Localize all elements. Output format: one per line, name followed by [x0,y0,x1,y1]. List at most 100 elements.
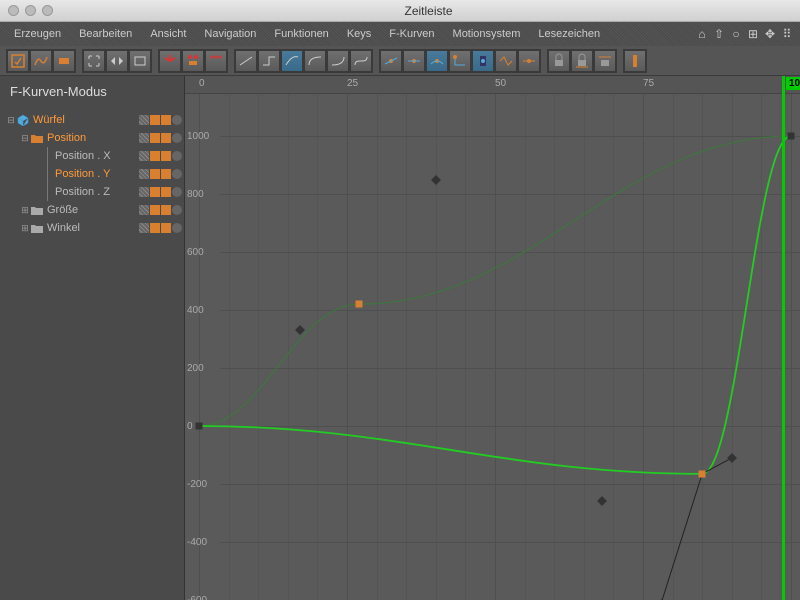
tree-row[interactable]: ⊞ Größe [0,201,184,219]
time-ruler[interactable]: 0 25 50 75 [185,76,800,94]
tangent-step-button[interactable] [258,50,280,72]
tangent-ease3-button[interactable] [350,50,372,72]
track-controls[interactable] [139,133,182,143]
window-controls [8,5,53,16]
lock-tangent-button[interactable] [594,50,616,72]
toolbar [0,46,800,76]
ruler-tick: 75 [643,78,654,89]
record-key2-button[interactable] [182,50,204,72]
tree-label[interactable]: Position . Y [55,168,139,180]
menu-lesezeichen[interactable]: Lesezeichen [530,25,608,43]
ruler-tick: 50 [495,78,506,89]
menu-bearbeiten[interactable]: Bearbeiten [71,25,140,43]
menu-navigation[interactable]: Navigation [196,25,264,43]
titlebar: Zeitleiste [0,0,800,22]
ruler-tick: 0 [199,78,205,89]
cube-icon [16,114,30,126]
tangent-linear-button[interactable] [235,50,257,72]
clamp-tangent-button[interactable] [449,50,471,72]
folder-gray-icon [30,204,44,216]
menu-erzeugen[interactable]: Erzeugen [6,25,69,43]
split-icon[interactable]: ⊞ [746,27,760,41]
tree-row[interactable]: ⊟ Würfel [0,111,184,129]
y-axis-label: -200 [187,479,207,490]
tree-label[interactable]: Größe [47,204,139,216]
dots-icon[interactable]: ⠿ [780,27,794,41]
track-controls[interactable] [139,115,182,125]
circle-icon[interactable]: ○ [729,27,743,41]
record-key3-button[interactable] [205,50,227,72]
up-icon[interactable]: ⇧ [712,27,726,41]
object-tree: ⊟Würfel⊟PositionPosition . XPosition . Y… [0,107,184,241]
lock-time-button[interactable] [548,50,570,72]
menu-funktionen[interactable]: Funktionen [266,25,336,43]
zoom-window-button[interactable] [42,5,53,16]
graph-grid: 10008006004002000-200-400-600 [185,94,800,600]
sidebar: F-Kurven-Modus ⊟Würfel⊟PositionPosition … [0,76,185,600]
home-icon[interactable]: ⌂ [695,27,709,41]
y-axis-label: 400 [187,305,204,316]
content: F-Kurven-Modus ⊟Würfel⊟PositionPosition … [0,76,800,600]
flat-tangent-button[interactable] [518,50,540,72]
weighted-tangent-button[interactable] [472,50,494,72]
track-controls[interactable] [139,169,182,179]
frame-range-button[interactable] [129,50,151,72]
tree-row[interactable]: ⊟ Position [0,129,184,147]
window-title: Zeitleiste [65,4,792,18]
minimize-window-button[interactable] [25,5,36,16]
tree-label[interactable]: Position . Z [55,186,139,198]
frame-sel-button[interactable] [106,50,128,72]
frame-all-button[interactable] [83,50,105,72]
track-controls[interactable] [139,151,182,161]
auto-tangent-button[interactable] [426,50,448,72]
keyframe[interactable] [355,301,362,308]
track-controls[interactable] [139,223,182,233]
keyframe[interactable] [699,470,706,477]
y-axis-label: 0 [187,421,193,432]
y-axis-label: 600 [187,247,204,258]
track-controls[interactable] [139,205,182,215]
tree-row[interactable]: Position . X [0,147,184,165]
tree-label[interactable]: Würfel [33,114,139,126]
mode-key-button[interactable] [7,50,29,72]
menu-ansicht[interactable]: Ansicht [142,25,194,43]
keyframe[interactable] [788,133,795,140]
record-key-button[interactable] [159,50,181,72]
tangent-ease1-button[interactable] [304,50,326,72]
tree-expander[interactable]: ⊞ [20,223,30,234]
move-icon[interactable]: ✥ [763,27,777,41]
folder-gray-icon [30,222,44,234]
tree-label[interactable]: Position . X [55,150,139,162]
tree-row[interactable]: ⊞ Winkel [0,219,184,237]
menu-right-icons: ⌂ ⇧ ○ ⊞ ✥ ⠿ [695,27,794,41]
snap-button[interactable] [624,50,646,72]
playhead-label: 10 [786,77,800,90]
tree-label[interactable]: Position [47,132,139,144]
mode-motion-button[interactable] [53,50,75,72]
tree-expander[interactable]: ⊞ [20,205,30,216]
graph-area[interactable]: 0255075 10008006004002000-200-400-600 10 [185,76,800,600]
tree-row[interactable]: Position . Z [0,183,184,201]
y-axis-label: 200 [187,363,204,374]
menu-fkurven[interactable]: F-Kurven [381,25,442,43]
keyframe[interactable] [196,423,203,430]
y-axis-label: -600 [187,595,207,600]
close-window-button[interactable] [8,5,19,16]
mode-fcurve-button[interactable] [30,50,52,72]
tree-expander[interactable]: ⊟ [6,115,16,126]
tree-row[interactable]: Position . Y [0,165,184,183]
remove-overshoot-button[interactable] [495,50,517,72]
tangent-ease2-button[interactable] [327,50,349,72]
unify-tangent-button[interactable] [403,50,425,72]
break-tangent-button[interactable] [380,50,402,72]
track-controls[interactable] [139,187,182,197]
tree-label[interactable]: Winkel [47,222,139,234]
y-axis-label: -400 [187,537,207,548]
tangent-spline-button[interactable] [281,50,303,72]
ruler-tick: 25 [347,78,358,89]
playhead[interactable] [782,76,785,600]
menu-motionsystem[interactable]: Motionsystem [445,25,529,43]
tree-expander[interactable]: ⊟ [20,133,30,144]
menu-keys[interactable]: Keys [339,25,379,43]
lock-value-button[interactable] [571,50,593,72]
